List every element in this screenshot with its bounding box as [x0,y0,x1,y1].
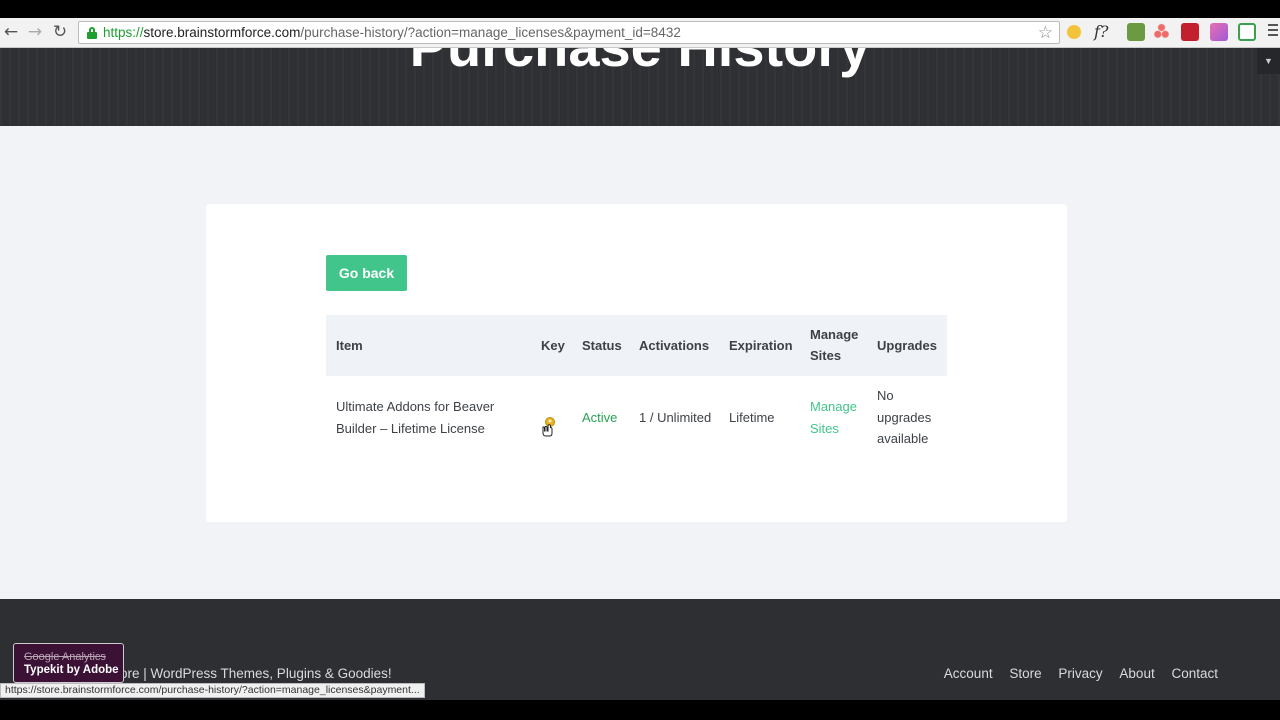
browser-chrome: ← → ↻ https://store.brainstormforce.com/… [0,0,1280,48]
extension-gmail-icon[interactable] [1127,23,1145,41]
go-back-button[interactable]: Go back [326,255,407,291]
extension-overlay-badge[interactable]: Google Analytics Typekit by Adobe [13,643,124,683]
header-manage-line: Manage [810,327,859,342]
page-title: Purchase History [0,48,1280,79]
header-upgrades: Upgrades [877,338,937,353]
manage-link-line[interactable]: Manage [810,396,857,418]
upgrades-line: No [877,388,894,403]
footer-link-account[interactable]: Account [944,666,993,681]
forward-button[interactable]: → [25,23,45,41]
star-icon[interactable]: ☆ [1038,23,1053,43]
extension-asana-icon[interactable] [1154,23,1169,38]
cell-item: Ultimate Addons for Beaver Builder – Lif… [336,396,494,439]
back-button[interactable]: ← [1,23,21,41]
reload-button[interactable]: ↻ [50,23,70,41]
header-expiration: Expiration [729,338,793,353]
footer-link-store[interactable]: Store [1009,666,1041,681]
browser-status-bar: https://store.brainstormforce.com/purcha… [0,683,425,698]
extension-cube-icon[interactable] [1067,25,1081,39]
address-bar[interactable]: https://store.brainstormforce.com/purcha… [78,21,1060,44]
extension-tools-icon[interactable] [1181,23,1199,41]
header-activations: Activations [639,338,710,353]
table-header: Item Key Status Activations Expiration M… [326,315,947,376]
arrow-right-icon: → [27,22,43,42]
menu-icon[interactable] [1268,24,1278,36]
footer-link-contact[interactable]: Contact [1171,666,1218,681]
footer-link-about[interactable]: About [1119,666,1154,681]
overlay-line-analytics: Google Analytics [24,651,106,663]
title-bar [0,0,1280,18]
sites-link-line[interactable]: Sites [810,418,857,440]
manage-sites-link[interactable]: Manage Sites [810,396,857,439]
header-status: Status [582,338,622,353]
item-line: Ultimate Addons for Beaver [336,399,495,414]
hero-banner: Purchase History [0,48,1280,126]
item-line: Builder – Lifetime License [336,420,485,436]
header-key: Key [541,338,565,353]
extension-page-icon[interactable] [1238,23,1256,41]
extension-font-icon[interactable]: f? [1094,22,1109,41]
extension-color-icon[interactable] [1210,23,1228,41]
header-manage-sites: Manage Sites [810,324,858,366]
status-badge: Active [582,410,618,425]
lock-icon [87,27,97,39]
purchase-card: Go back Item Key Status Activations Expi… [206,204,1067,522]
key-icon[interactable] [540,415,560,437]
url-text: https://store.brainstormforce.com/purcha… [103,25,681,40]
header-item: Item [336,338,363,353]
cell-expiration: Lifetime [729,410,775,425]
header-sites-line: Sites [810,348,842,363]
cell-activations: 1 / Unlimited [639,410,712,425]
footer-link-privacy[interactable]: Privacy [1058,666,1102,681]
footer-tagline: ore | WordPress Themes, Plugins & Goodie… [120,666,392,681]
screen: ← → ↻ https://store.brainstormforce.com/… [0,0,1280,720]
footer-nav: Account Store Privacy About Contact [931,666,1218,681]
chevron-down-icon[interactable]: ▼ [1257,48,1280,74]
reload-icon: ↻ [52,22,68,42]
upgrades-line: upgrades [877,409,932,425]
screen-bottom-edge [0,700,1280,720]
upgrades-line: available [877,431,929,446]
overlay-line-typekit: Typekit by Adobe [24,664,119,676]
arrow-left-icon: ← [3,22,19,42]
cell-upgrades: No upgrades available [877,385,931,450]
